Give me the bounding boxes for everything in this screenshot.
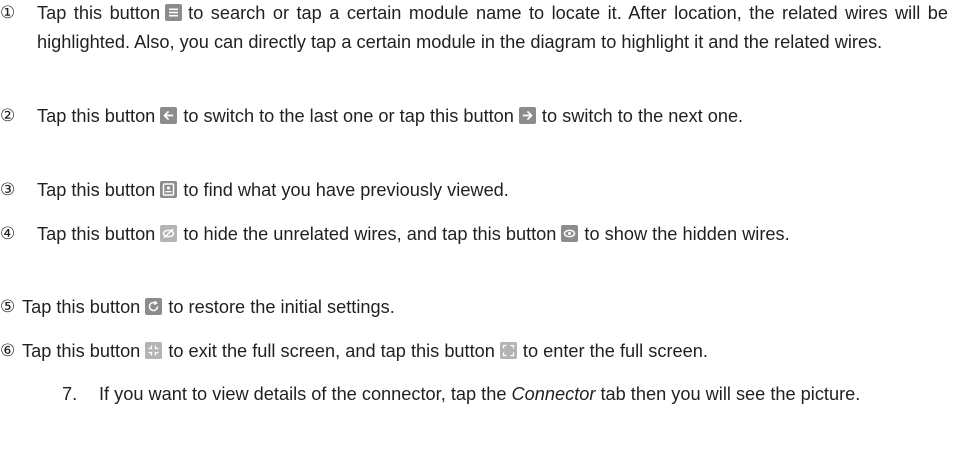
instruction-item-4: ④ Tap this button to hide the unrelated w… — [0, 220, 948, 249]
item-marker: ⑥ — [0, 341, 16, 361]
arrow-right-icon — [518, 107, 536, 124]
item-text: Tap this button — [37, 180, 156, 200]
instruction-item-3: ③ Tap this button to find what you have p… — [0, 176, 948, 205]
item-marker: ① — [0, 3, 16, 23]
item-text: to restore the initial settings. — [168, 297, 395, 317]
item-marker: ② — [0, 106, 16, 126]
instruction-item-6: ⑥ Tap this button to exit the full screen… — [0, 337, 948, 366]
eye-off-icon — [160, 225, 178, 242]
restore-icon — [145, 298, 163, 315]
step-7: 7. If you want to view details of the co… — [62, 380, 892, 409]
item-text: to switch to the next one. — [541, 106, 744, 126]
item-text: Tap this button — [22, 297, 141, 317]
step-text: If you want to view details of the conne… — [99, 384, 512, 404]
instruction-item-2: ② Tap this button to switch to the last o… — [0, 102, 948, 131]
exit-fullscreen-icon — [145, 342, 163, 359]
item-text: to show the hidden wires. — [584, 224, 790, 244]
arrow-left-icon — [160, 107, 178, 124]
item-text: Tap this button — [37, 3, 161, 23]
step-text: tab then you will see the picture. — [595, 384, 861, 404]
connector-tab-reference: Connector — [511, 384, 596, 404]
item-text: to enter the full screen. — [522, 341, 708, 361]
instruction-item-1: ① Tap this button to search or tap a cert… — [0, 0, 948, 57]
history-icon — [160, 181, 178, 198]
item-marker: ④ — [0, 224, 16, 244]
list-icon — [165, 4, 183, 21]
item-text: Tap this button — [22, 341, 141, 361]
item-text: to hide the unrelated wires, and tap thi… — [183, 224, 557, 244]
item-text: to switch to the last one or tap this bu… — [183, 106, 514, 126]
item-text: Tap this button — [37, 106, 156, 126]
item-text: Tap this button — [37, 224, 156, 244]
item-text: to find what you have previously viewed. — [183, 180, 509, 200]
item-text: to exit the full screen, and tap this bu… — [168, 341, 495, 361]
item-marker: ⑤ — [0, 297, 16, 317]
step-number: 7. — [62, 384, 78, 404]
eye-icon — [561, 225, 579, 242]
item-marker: ③ — [0, 180, 16, 200]
fullscreen-icon — [499, 342, 517, 359]
instruction-item-5: ⑤ Tap this button to restore the initial … — [0, 293, 948, 322]
